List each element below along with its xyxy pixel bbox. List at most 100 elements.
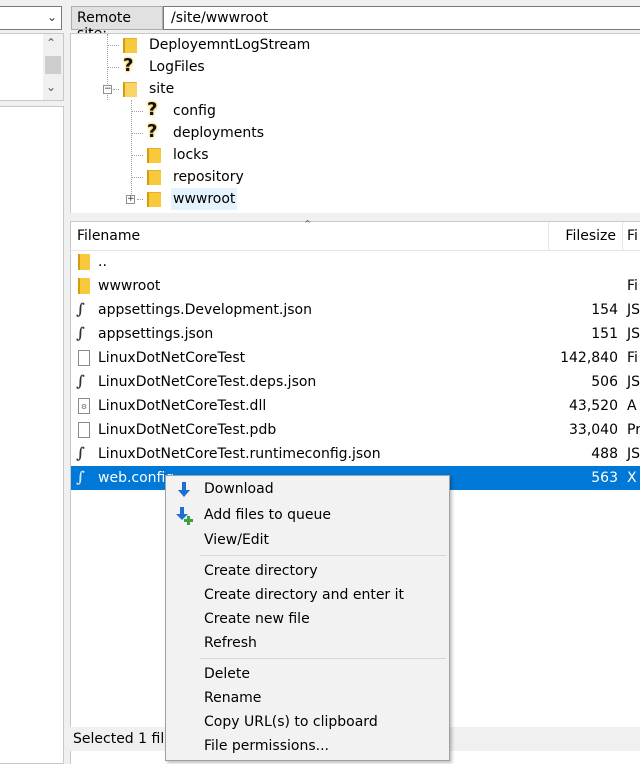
file-size: 151	[591, 326, 618, 342]
menu-item-label: Copy URL(s) to clipboard	[204, 714, 378, 730]
menu-item-view-edit[interactable]: View/Edit	[166, 528, 449, 552]
local-directory-tree[interactable]: ⌃ ⌄	[0, 33, 64, 101]
tree-guide-line	[131, 177, 143, 178]
file-name: web.config	[98, 470, 175, 486]
menu-item-add-to-queue[interactable]: Add files to queue	[166, 503, 449, 527]
json-file-icon: ∫	[76, 324, 85, 342]
menu-item-label: Delete	[204, 666, 250, 682]
file-size: 488	[591, 446, 618, 462]
file-size: 33,040	[569, 422, 618, 438]
file-row[interactable]: ∫ appsettings.Development.json 154 JS	[71, 298, 640, 322]
folder-icon	[147, 170, 161, 185]
menu-item-refresh[interactable]: Refresh	[166, 631, 449, 655]
folder-icon	[78, 278, 90, 294]
tree-item-label: wwwroot	[171, 188, 238, 210]
tree-item-label: site	[149, 81, 175, 97]
file-type: JS	[627, 302, 640, 318]
menu-item-create-new-file[interactable]: Create new file	[166, 607, 449, 631]
expand-icon[interactable]: +	[126, 195, 135, 204]
column-header-filename[interactable]: Filename	[71, 222, 549, 250]
menu-item-label: Rename	[204, 690, 262, 706]
collapse-icon[interactable]: −	[103, 85, 112, 94]
file-type: A	[627, 398, 637, 414]
tree-guide-line	[131, 133, 143, 134]
tree-guide-line	[107, 45, 119, 46]
menu-item-file-permissions[interactable]: File permissions...	[166, 734, 449, 758]
menu-separator	[200, 658, 446, 659]
column-header-filesize[interactable]: Filesize	[549, 222, 623, 250]
folder-icon	[123, 38, 137, 53]
file-row[interactable]: ∫ LinuxDotNetCoreTest.runtimeconfig.json…	[71, 442, 640, 466]
unknown-folder-icon: ?	[123, 55, 134, 76]
tree-guide-line	[137, 199, 143, 200]
file-type: X	[627, 470, 637, 486]
file-size: 506	[591, 374, 618, 390]
folder-icon	[78, 254, 90, 270]
chevron-down-icon[interactable]: ⌄	[47, 10, 57, 24]
remote-directory-tree[interactable]: − + DeployemntLogStream ? LogFiles site …	[70, 33, 640, 213]
menu-item-label: View/Edit	[204, 532, 270, 548]
file-name: wwwroot	[98, 278, 161, 294]
local-tree-scrollbar[interactable]: ⌃ ⌄	[43, 34, 63, 100]
tree-guide-line	[131, 155, 143, 156]
file-row[interactable]: ..	[71, 250, 640, 274]
json-file-icon: ∫	[76, 372, 85, 390]
dll-file-icon: ⚙	[78, 398, 90, 414]
unknown-folder-icon: ?	[147, 121, 158, 142]
file-list-header: ⌃ Filename Filesize Fi	[71, 218, 640, 251]
column-header-filetype[interactable]: Fi	[623, 222, 640, 250]
file-type: Pr	[627, 422, 640, 438]
local-file-list[interactable]	[0, 106, 64, 764]
file-size: 43,520	[569, 398, 618, 414]
tree-guide-line	[113, 89, 119, 90]
menu-item-create-directory[interactable]: Create directory	[166, 559, 449, 583]
local-site-dropdown[interactable]: ⌄	[0, 6, 62, 30]
scroll-down-icon[interactable]: ⌄	[46, 80, 56, 94]
file-name: LinuxDotNetCoreTest	[98, 350, 246, 366]
json-file-icon: ∫	[76, 444, 85, 462]
menu-item-label: Create directory and enter it	[204, 587, 405, 603]
file-size: 154	[591, 302, 618, 318]
tree-item-label: DeployemntLogStream	[149, 37, 311, 53]
file-row[interactable]: ⚙ LinuxDotNetCoreTest.dll 43,520 A	[71, 394, 640, 418]
file-type: Fi	[627, 350, 638, 366]
menu-item-label: File permissions...	[204, 738, 329, 754]
file-name: appsettings.Development.json	[98, 302, 312, 318]
menu-item-label: Refresh	[204, 635, 257, 651]
file-row[interactable]: ∫ appsettings.json 151 JS	[71, 322, 640, 346]
menu-item-delete[interactable]: Delete	[166, 662, 449, 686]
menu-separator	[200, 555, 446, 556]
file-row[interactable]: LinuxDotNetCoreTest.pdb 33,040 Pr	[71, 418, 640, 442]
file-size: 563	[591, 470, 618, 486]
context-menu: Download Add files to queue View/Edit Cr…	[165, 475, 450, 761]
remote-path-input[interactable]: /site/wwwroot	[163, 6, 640, 30]
json-file-icon: ∫	[76, 300, 85, 318]
file-row[interactable]: wwwroot Fi	[71, 274, 640, 298]
file-type: JS	[627, 446, 640, 462]
menu-item-create-directory-enter[interactable]: Create directory and enter it	[166, 583, 449, 607]
folder-icon	[147, 192, 161, 207]
menu-item-label: Download	[204, 481, 274, 497]
scroll-thumb[interactable]	[45, 56, 61, 74]
file-name: ..	[98, 254, 107, 270]
file-row[interactable]: LinuxDotNetCoreTest 142,840 Fi	[71, 346, 640, 370]
file-type: Fi	[627, 278, 638, 294]
tree-guide-line	[131, 111, 143, 112]
tree-item-label: locks	[173, 147, 209, 163]
scroll-up-icon[interactable]: ⌃	[46, 36, 56, 50]
file-name: LinuxDotNetCoreTest.deps.json	[98, 374, 317, 390]
file-name: LinuxDotNetCoreTest.dll	[98, 398, 267, 414]
file-type: JS	[627, 374, 640, 390]
file-name: LinuxDotNetCoreTest.pdb	[98, 422, 277, 438]
menu-item-rename[interactable]: Rename	[166, 686, 449, 710]
tree-item-label: deployments	[173, 125, 265, 141]
menu-item-label: Create directory	[204, 563, 318, 579]
add-to-queue-icon	[176, 507, 193, 525]
menu-item-download[interactable]: Download	[166, 477, 449, 501]
menu-item-copy-urls[interactable]: Copy URL(s) to clipboard	[166, 710, 449, 734]
folder-open-icon	[123, 82, 137, 97]
menu-item-label: Add files to queue	[204, 507, 331, 523]
file-icon	[78, 350, 90, 366]
file-row[interactable]: ∫ LinuxDotNetCoreTest.deps.json 506 JS	[71, 370, 640, 394]
remote-site-label: Remote site:	[71, 6, 163, 42]
